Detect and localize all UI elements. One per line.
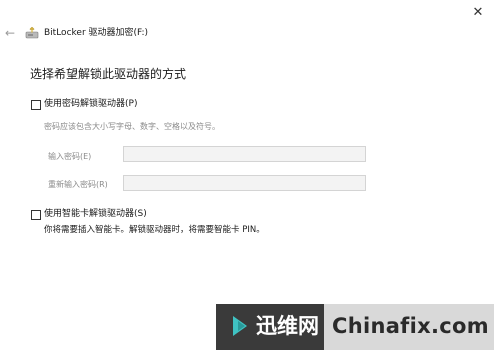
password-hint: 密码应该包含大小写字母、数字、空格以及符号。 [44,122,220,131]
page-heading: 选择希望解锁此驱动器的方式 [30,67,187,81]
password-option-label[interactable]: 使用密码解锁驱动器(P) [44,98,137,110]
enter-password-label: 输入密码(E) [48,152,92,161]
watermark-brand-en: Chinafix.com [332,314,489,338]
bitlocker-drive-icon [25,26,39,39]
window-title: BitLocker 驱动器加密(F:) [44,28,149,38]
watermark-brand-cn: 迅维网 [256,314,319,338]
enter-password-field[interactable] [123,146,366,162]
chinafix-logo-icon [233,316,247,336]
reenter-password-label: 重新输入密码(R) [48,180,108,189]
title-bar: ← BitLocker 驱动器加密(F:) ✕ [0,0,494,48]
smartcard-description: 你将需要插入智能卡。解锁驱动器时，将需要智能卡 PIN。 [44,225,265,235]
reenter-password-field[interactable] [123,175,366,191]
close-button[interactable]: ✕ [468,4,488,22]
smartcard-option-label[interactable]: 使用智能卡解锁驱动器(S) [44,208,147,220]
password-checkbox[interactable] [31,100,41,110]
back-arrow-icon[interactable]: ← [5,27,15,39]
smartcard-checkbox[interactable] [31,210,41,220]
watermark: 迅维网 Chinafix.com [216,304,494,350]
